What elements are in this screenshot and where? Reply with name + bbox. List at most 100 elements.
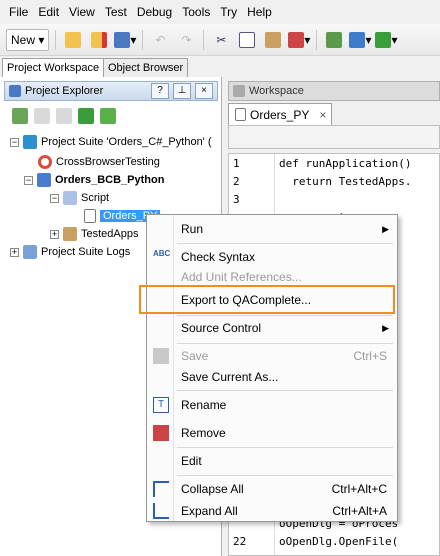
menu-item-source-control[interactable]: Source Control ▶ — [149, 316, 395, 340]
tab-project-workspace[interactable]: Project Workspace — [2, 58, 105, 77]
script-file-icon — [235, 108, 246, 121]
record-button[interactable]: ▾ — [349, 29, 371, 51]
project-explorer-title: Project Explorer — [25, 85, 104, 97]
script-label: Script — [81, 192, 110, 204]
code-text: def runApplication() — [279, 157, 412, 170]
record-icon — [349, 31, 366, 48]
add-unit-references-label: Add Unit References... — [181, 270, 302, 284]
cut-button[interactable]: ✂ — [210, 29, 232, 51]
line-number: 3 — [233, 193, 240, 206]
close-project-button[interactable] — [88, 29, 110, 51]
logs-icon — [23, 245, 37, 259]
menu-item-rename[interactable]: T Rename — [149, 393, 395, 417]
menu-test[interactable]: Test — [100, 2, 132, 22]
workspace-header: Workspace — [228, 81, 440, 101]
line-number: 22 — [233, 535, 247, 548]
tab-orders-py[interactable]: Orders_PY × — [228, 103, 332, 125]
add-existing-icon[interactable] — [34, 108, 50, 124]
line-number: 2 — [233, 175, 240, 188]
new-button[interactable]: New ▾ — [6, 28, 50, 51]
open-folder-button[interactable] — [62, 29, 84, 51]
paste-button[interactable] — [262, 29, 284, 51]
delete-button[interactable]: ▾ — [288, 29, 310, 51]
trash-icon — [153, 425, 169, 441]
menu-separator — [177, 243, 393, 244]
run-dropdown-icon[interactable] — [100, 108, 116, 124]
save-current-as-label: Save Current As... — [181, 370, 279, 384]
add-item-icon — [326, 31, 343, 48]
tree-row-suite[interactable]: − Project Suite 'Orders_C#_Python' ( — [10, 133, 212, 151]
collapse-icon[interactable]: − — [10, 137, 19, 147]
execute-icon[interactable] — [78, 108, 94, 124]
tab-object-browser[interactable]: Object Browser — [103, 58, 189, 77]
menu-item-expand-all[interactable]: Expand All Ctrl+Alt+A — [149, 499, 395, 523]
save-icon — [114, 31, 131, 48]
editor-toolbar — [228, 125, 440, 149]
doc-tab-label: Orders_PY — [250, 107, 310, 122]
help-button[interactable]: ? — [151, 83, 169, 99]
workspace-icon — [233, 85, 245, 97]
line-number: 1 — [233, 157, 240, 170]
expand-all-icon — [153, 503, 169, 519]
add-item-button[interactable] — [323, 29, 345, 51]
menu-view[interactable]: View — [64, 2, 100, 22]
tree-row-script[interactable]: − Script — [50, 189, 109, 207]
menu-item-remove[interactable]: Remove — [149, 421, 395, 445]
menu-tools[interactable]: Tools — [177, 2, 215, 22]
toolbar-separator — [55, 29, 57, 50]
close-panel-button[interactable]: × — [195, 83, 213, 99]
context-menu: Run ▶ ABC Check Syntax Add Unit Referenc… — [146, 214, 398, 522]
menu-file[interactable]: File — [4, 2, 33, 22]
menu-item-edit[interactable]: Edit — [149, 449, 395, 473]
cbt-label: CrossBrowserTesting — [56, 156, 160, 168]
menu-help[interactable]: Help — [242, 2, 277, 22]
logs-label: Project Suite Logs — [41, 246, 131, 258]
run-label: Run — [181, 222, 204, 236]
script-folder-icon — [63, 191, 77, 205]
menu-bar: File Edit View Test Debug Tools Try Help — [0, 0, 440, 24]
tree-row-cbt[interactable]: CrossBrowserTesting — [38, 153, 160, 171]
tested-apps-label: TestedApps — [81, 228, 139, 240]
scissors-icon: ✂ — [216, 32, 227, 47]
edit-label: Edit — [181, 454, 202, 468]
expand-icon[interactable]: + — [50, 229, 59, 239]
redo-icon: ↷ — [181, 32, 192, 47]
menu-debug[interactable]: Debug — [132, 2, 177, 22]
undo-button[interactable]: ↶ — [149, 29, 171, 51]
tested-apps-icon — [63, 227, 77, 241]
folder-close-icon — [91, 31, 108, 48]
paste-icon — [265, 31, 282, 48]
menu-edit[interactable]: Edit — [33, 2, 64, 22]
check-syntax-label: Check Syntax — [181, 250, 256, 264]
tree-row-logs[interactable]: + Project Suite Logs — [10, 243, 130, 261]
redo-button[interactable]: ↷ — [175, 29, 197, 51]
collapse-all-label: Collapse All — [181, 482, 244, 496]
save-label: Save — [181, 349, 209, 363]
run-button[interactable]: ▾ — [375, 29, 398, 51]
add-icon[interactable] — [12, 108, 28, 124]
close-tab-icon[interactable]: × — [319, 108, 326, 122]
project-explorer-icon — [9, 85, 21, 97]
menu-try[interactable]: Try — [215, 2, 242, 22]
code-text: return TestedApps. — [279, 175, 412, 188]
remove-label: Remove — [181, 426, 226, 440]
properties-icon[interactable] — [56, 108, 72, 124]
collapse-icon[interactable]: − — [50, 193, 59, 203]
copy-button[interactable] — [236, 29, 258, 51]
folder-icon — [65, 31, 82, 48]
collapse-all-icon — [153, 481, 169, 497]
save-all-button[interactable]: ▾ — [114, 29, 136, 51]
workspace-tabs: Project Workspace Object Browser — [0, 57, 440, 77]
menu-item-save-current-as[interactable]: Save Current As... — [149, 365, 395, 389]
menu-item-collapse-all[interactable]: Collapse All Ctrl+Alt+C — [149, 477, 395, 501]
pin-button[interactable]: ⊥ — [173, 83, 191, 99]
expand-icon[interactable]: + — [10, 247, 19, 257]
menu-item-run[interactable]: Run ▶ — [149, 217, 395, 241]
tree-row-tested-apps[interactable]: + TestedApps — [50, 225, 138, 243]
collapse-icon[interactable]: − — [24, 175, 33, 185]
explorer-toolbar — [4, 105, 218, 127]
toolbar-separator — [316, 29, 318, 50]
suite-label: Project Suite 'Orders_C#_Python' ( — [41, 136, 212, 148]
tree-row-project[interactable]: − Orders_BCB_Python — [24, 171, 164, 189]
save-icon — [153, 348, 169, 364]
